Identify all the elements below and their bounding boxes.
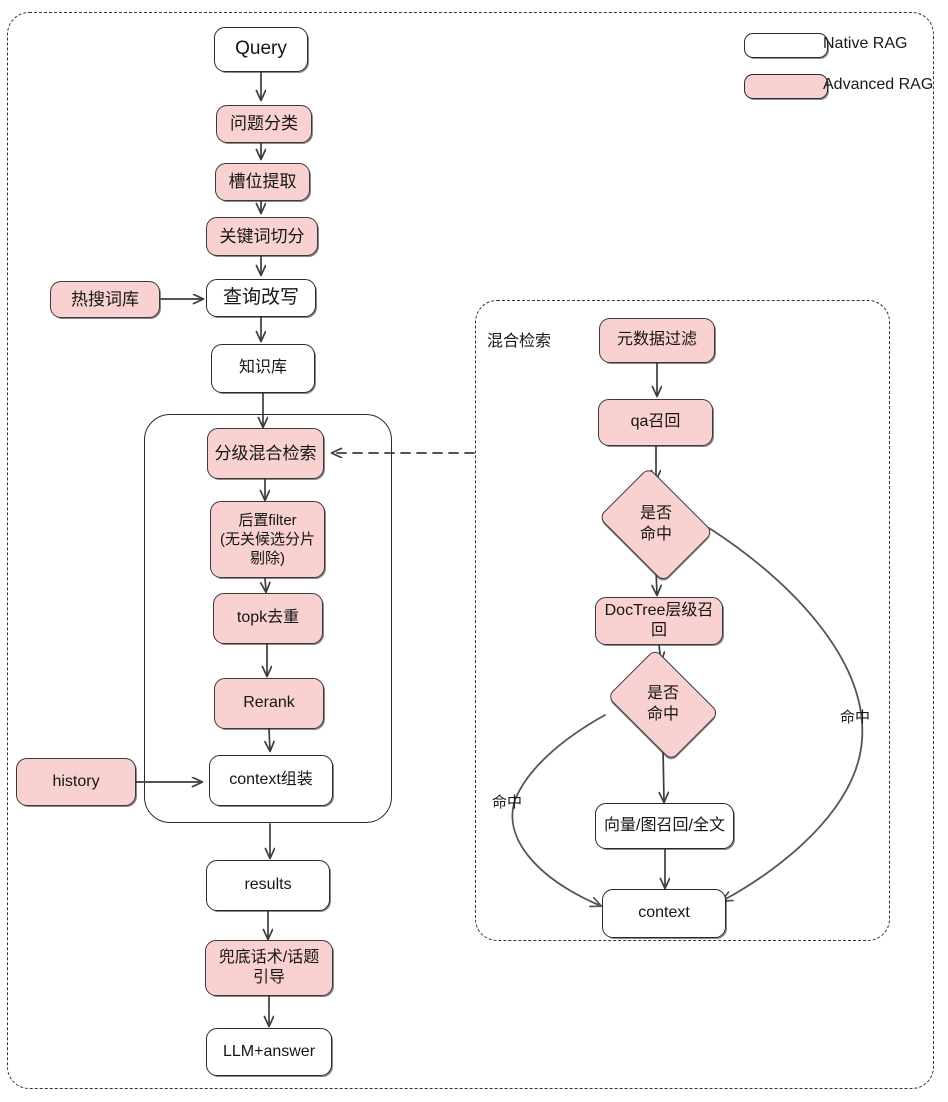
node-metadata-filter-label: 元数据过滤 xyxy=(616,331,697,349)
node-vector-graph-fulltext-recall[interactable]: 向量/图召回/全文 xyxy=(595,803,734,849)
node-context-assemble[interactable]: context组装 xyxy=(209,755,333,806)
node-post-filter[interactable]: 后置filter (无关候选分片 剔除) xyxy=(210,501,325,578)
node-metadata-filter[interactable]: 元数据过滤 xyxy=(599,318,715,363)
node-tiered-hybrid-retrieval-label: 分级混合检索 xyxy=(214,443,317,463)
node-context-label: context xyxy=(638,904,690,922)
node-llm-answer[interactable]: LLM+answer xyxy=(206,1028,332,1076)
node-fallback-script[interactable]: 兜底话术/话题 引导 xyxy=(205,940,333,996)
node-hit-check-1[interactable]: 是否 命中 xyxy=(592,467,720,583)
node-hit-check-1-label: 是否 命中 xyxy=(639,505,672,543)
edge-label-hit-left: 命中 xyxy=(492,794,523,811)
node-fallback-script-label: 兜底话术/话题 引导 xyxy=(218,948,320,986)
node-context[interactable]: context xyxy=(602,889,726,938)
node-query-rewrite-label: 查询改写 xyxy=(222,286,299,308)
node-doctree-recall[interactable]: DocTree层级召回 xyxy=(595,597,723,645)
node-intent-classification[interactable]: 问题分类 xyxy=(216,105,312,143)
node-topk-dedup-label: topk去重 xyxy=(236,609,300,627)
node-slot-extraction-label: 槽位提取 xyxy=(228,172,297,192)
node-hit-check-2[interactable]: 是否 命中 xyxy=(600,648,726,762)
node-hot-search-lexicon[interactable]: 热搜词库 xyxy=(50,281,160,318)
legend-label-native: Native RAG xyxy=(823,35,908,52)
edge-label-hit-right: 命中 xyxy=(840,709,871,726)
node-rerank[interactable]: Rerank xyxy=(214,678,324,729)
node-hit-check-2-label: 是否 命中 xyxy=(646,685,679,723)
node-rerank-label: Rerank xyxy=(243,694,295,712)
node-history-label: history xyxy=(52,772,100,790)
node-vector-graph-fulltext-recall-label: 向量/图召回/全文 xyxy=(604,816,725,834)
node-qa-recall[interactable]: qa召回 xyxy=(598,399,713,446)
hybrid-retrieval-frame-label: 混合检索 xyxy=(487,333,552,350)
node-query[interactable]: Query xyxy=(214,27,308,72)
node-knowledge-base-label: 知识库 xyxy=(238,359,287,377)
node-results-label: results xyxy=(244,876,292,894)
node-topk-dedup[interactable]: topk去重 xyxy=(213,593,323,644)
node-hot-search-lexicon-label: 热搜词库 xyxy=(71,289,139,309)
node-keyword-segmentation[interactable]: 关键词切分 xyxy=(206,217,318,256)
diagram-canvas: Native RAG Advanced RAG Query 问题分类 槽位提取 … xyxy=(0,0,948,1102)
node-tiered-hybrid-retrieval[interactable]: 分级混合检索 xyxy=(207,428,324,479)
node-keyword-segmentation-label: 关键词切分 xyxy=(219,226,305,246)
node-doctree-recall-label: DocTree层级召回 xyxy=(604,601,714,639)
node-query-label: Query xyxy=(235,38,287,60)
node-slot-extraction[interactable]: 槽位提取 xyxy=(215,163,310,201)
node-qa-recall-label: qa召回 xyxy=(630,413,681,431)
node-context-assemble-label: context组装 xyxy=(229,771,313,789)
node-history[interactable]: history xyxy=(16,758,136,806)
legend-label-advanced: Advanced RAG xyxy=(823,76,934,93)
legend-swatch-advanced xyxy=(744,74,828,99)
node-results[interactable]: results xyxy=(206,860,330,911)
node-post-filter-label: 后置filter (无关候选分片 剔除) xyxy=(220,511,315,568)
node-llm-answer-label: LLM+answer xyxy=(222,1042,316,1060)
legend-swatch-native xyxy=(744,33,828,58)
node-query-rewrite[interactable]: 查询改写 xyxy=(206,279,316,317)
node-intent-classification-label: 问题分类 xyxy=(230,114,298,134)
node-knowledge-base[interactable]: 知识库 xyxy=(211,344,315,393)
